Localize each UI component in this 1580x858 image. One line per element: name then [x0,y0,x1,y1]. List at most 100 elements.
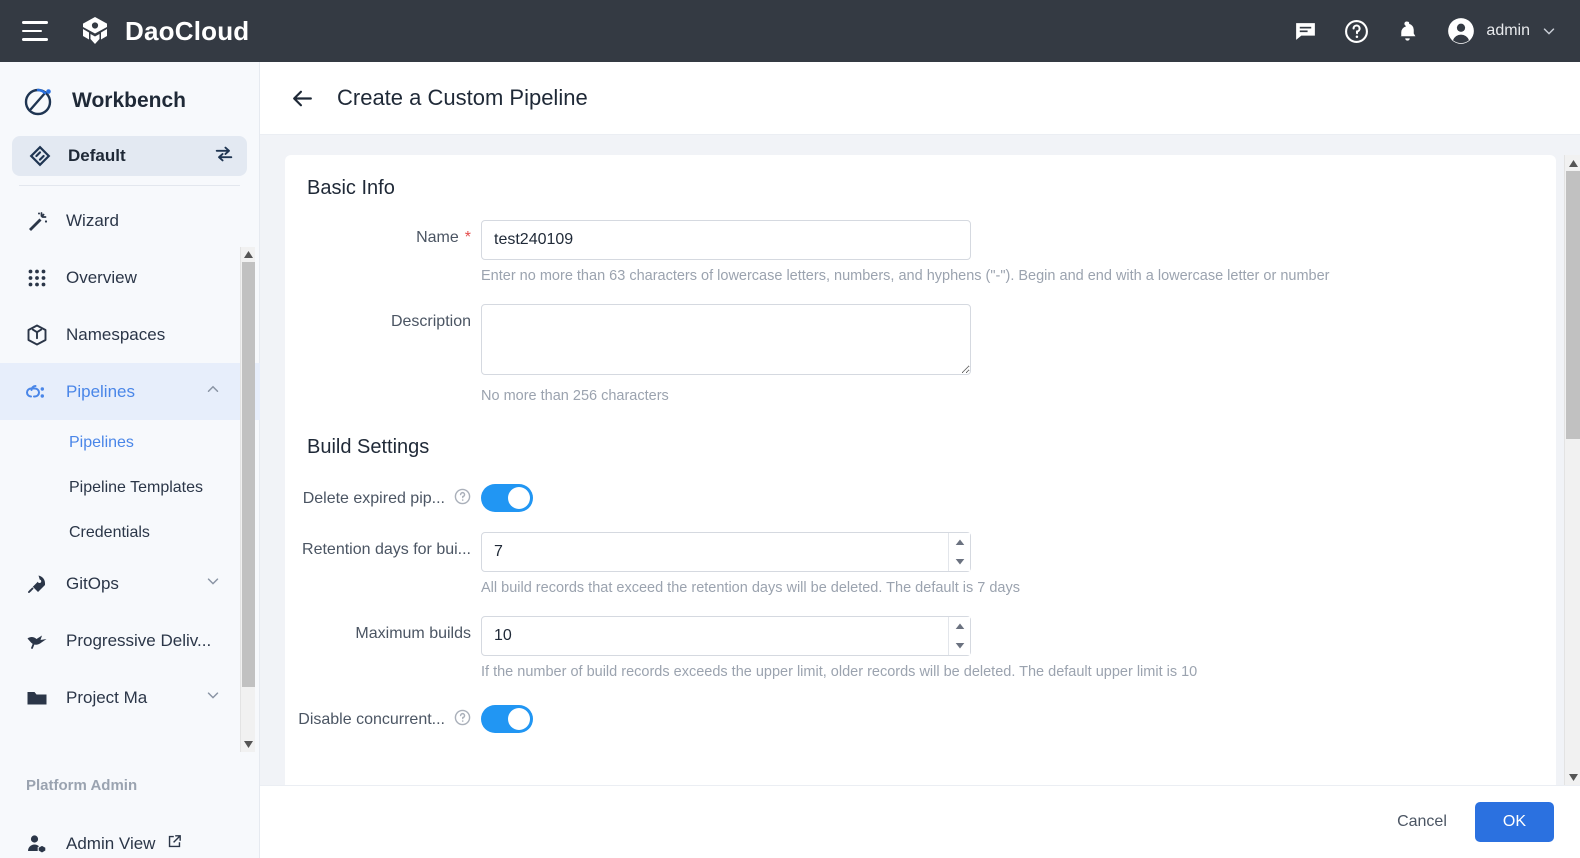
disable-concurrent-label-wrap: Disable concurrent... [285,700,481,731]
delete-expired-toggle[interactable] [481,484,533,512]
sidebar: Workbench Default [0,62,260,858]
grid-icon [22,266,52,290]
maximum-builds-stepper [481,616,971,656]
build-settings-section-title: Build Settings [285,404,1556,459]
sidebar-item-pipelines[interactable]: Pipelines [0,363,260,420]
name-hint: Enter no more than 63 characters of lowe… [481,268,981,284]
sidebar-item-wizard[interactable]: Wizard [0,192,260,249]
sidebar-item-overview[interactable]: Overview [0,249,260,306]
toggle-knob [508,708,530,730]
content-scrollbar-thumb[interactable] [1566,171,1580,439]
scroll-down-arrow-icon[interactable] [241,737,256,752]
disable-concurrent-toggle[interactable] [481,705,533,733]
name-field-col: Enter no more than 63 characters of lowe… [481,220,981,284]
external-link-icon[interactable] [166,833,183,855]
stepper-down-icon[interactable] [949,636,970,655]
name-field-row: Name * Enter no more than 63 characters … [285,220,1556,284]
workbench-title: Workbench [72,89,186,113]
sidebar-subitem-label: Pipelines [69,434,134,452]
hamburger-icon[interactable] [22,21,48,41]
stepper-up-icon[interactable] [949,533,970,552]
chevron-down-icon[interactable] [204,686,222,709]
chevron-down-icon[interactable] [204,572,222,595]
sidebar-scrollbar-thumb[interactable] [242,262,255,687]
sidebar-item-project-management[interactable]: Project Ma [0,669,260,726]
sidebar-item-namespaces[interactable]: Namespaces [0,306,260,363]
retention-days-field-col: All build records that exceed the retent… [481,532,981,596]
page-title: Create a Custom Pipeline [337,85,588,111]
sidebar-divider [19,185,240,186]
retention-days-stepper [481,532,971,572]
top-bar-actions: admin [1293,16,1580,46]
sidebar-item-label: Wizard [66,211,119,231]
form-footer: Cancel OK [260,785,1580,858]
name-input[interactable] [481,220,971,260]
delete-expired-label: Delete expired pip... [303,490,445,508]
sidebar-subitem-pipelines[interactable]: Pipelines [0,420,260,465]
pipeline-icon [22,380,52,404]
scroll-down-arrow-icon[interactable] [1565,769,1580,785]
folder-icon [22,686,52,710]
top-bar: DaoCloud [0,0,1580,62]
avatar [1446,16,1476,46]
description-label: Description [285,304,481,331]
chevron-up-icon[interactable] [204,380,222,403]
sidebar-item-admin-view[interactable]: Admin View [22,820,260,858]
description-hint: No more than 256 characters [481,388,981,404]
wand-icon [22,209,52,233]
stepper-down-icon[interactable] [949,552,970,571]
required-indicator: * [465,229,471,247]
rocket-icon [22,572,52,596]
maximum-builds-input[interactable] [481,616,971,656]
toggle-knob [508,487,530,509]
retention-days-input[interactable] [481,532,971,572]
scroll-up-arrow-icon[interactable] [1565,155,1580,171]
brand[interactable]: DaoCloud [78,14,249,48]
workbench-icon [22,84,56,118]
workspace-selector[interactable]: Default [12,136,247,176]
platform-admin-section-label: Platform Admin [26,777,137,794]
sidebar-scrollbar[interactable] [240,247,255,752]
help-circle-icon[interactable] [454,488,471,510]
scroll-up-arrow-icon[interactable] [241,247,256,262]
sidebar-item-label: Namespaces [66,325,165,345]
help-circle-icon[interactable] [1344,19,1369,44]
name-label-wrap: Name * [285,220,481,247]
content-scrollbar[interactable] [1564,155,1580,785]
delete-expired-row: Delete expired pip... [285,479,1556,512]
layers-icon [28,144,52,168]
sidebar-item-label: Overview [66,268,137,288]
user-menu[interactable]: admin [1446,16,1558,46]
maximum-builds-spinner [948,617,970,655]
sidebar-item-gitops[interactable]: GitOps [0,555,260,612]
ok-button[interactable]: OK [1475,802,1554,842]
retention-days-spinner [948,533,970,571]
sidebar-subitem-label: Credentials [69,524,150,542]
cancel-button[interactable]: Cancel [1391,803,1453,841]
sidebar-item-progressive-delivery[interactable]: Progressive Deliv... [0,612,260,669]
daocloud-logo-icon [78,14,112,48]
stepper-up-icon[interactable] [949,617,970,636]
help-circle-icon[interactable] [454,709,471,731]
chevron-down-icon[interactable] [1540,22,1558,40]
user-cube-icon [22,832,52,856]
arrow-left-icon[interactable] [290,86,315,111]
swap-icon[interactable] [213,143,235,170]
description-textarea[interactable] [481,304,971,375]
workbench-header: Workbench [0,62,259,134]
retention-days-hint: All build records that exceed the retent… [481,580,981,596]
message-icon[interactable] [1293,19,1318,44]
sidebar-subitem-credentials[interactable]: Credentials [0,510,260,555]
sidebar-item-label: Progressive Deliv... [66,631,211,651]
bell-icon[interactable] [1395,19,1420,44]
maximum-builds-row: Maximum builds [285,616,1556,680]
maximum-builds-field-col: If the number of build records exceeds t… [481,616,981,680]
form-card: Basic Info Name * Enter no more than 63 … [285,155,1556,795]
user-name: admin [1486,22,1530,40]
delete-expired-label-wrap: Delete expired pip... [285,479,481,510]
page-header: Create a Custom Pipeline [260,62,1580,135]
disable-concurrent-field-col [481,700,981,733]
sidebar-subitem-pipeline-templates[interactable]: Pipeline Templates [0,465,260,510]
form-scroll-area: Basic Info Name * Enter no more than 63 … [260,135,1580,785]
workspace-label: Default [68,146,126,166]
